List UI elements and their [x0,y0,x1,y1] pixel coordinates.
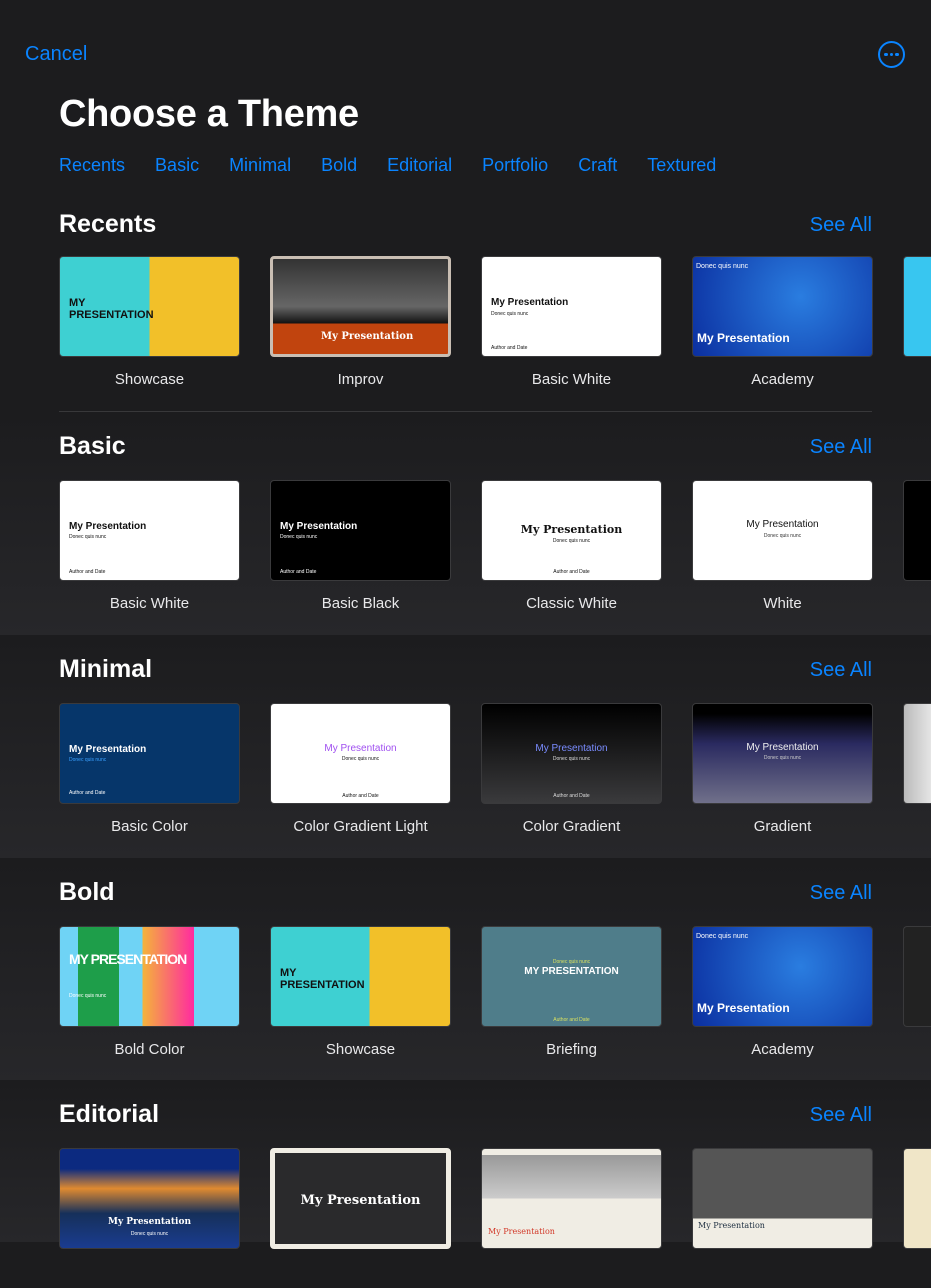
theme-label: Bold Color [114,1041,185,1058]
theme-card[interactable]: My Presentation Donec quis nunc Author and… [59,480,240,612]
theme-card[interactable]: My Presentation Donec quis nunc Author and… [270,703,451,835]
cancel-button[interactable]: Cancel [25,43,87,66]
theme-card[interactable] [903,926,931,1027]
theme-card[interactable] [903,1148,931,1249]
theme-card[interactable]: Donec quis nunc MY PRESENTATION Author and… [481,926,662,1058]
theme-thumbnail: My Presentation Donec quis nunc Author and… [59,480,240,581]
theme-thumbnail: My Presentation Donec quis nunc [692,703,873,804]
theme-thumbnail: My Presentation Donec quis nunc Author and… [59,703,240,804]
theme-card[interactable]: My Presentation [692,1148,873,1249]
theme-label: Basic Black [321,595,400,612]
theme-label: Color Gradient [522,818,621,835]
tab-basic[interactable]: Basic [155,155,199,176]
tab-bold[interactable]: Bold [321,155,357,176]
section-bold: Bold See All MY PRESENTATION Donec quis n… [0,858,931,1081]
theme-label: Basic White [109,595,190,612]
theme-thumbnail: Donec quis nunc My Presentation [692,926,873,1027]
theme-thumbnail: Donec quis nunc MY PRESENTATION Author and… [481,926,662,1027]
theme-card[interactable]: MY PRESENTATION Donec quis nunc Bold Color [59,926,240,1058]
theme-thumbnail: MY PRESENTATION Donec quis nunc [59,926,240,1027]
see-all-button[interactable]: See All [810,659,872,682]
theme-thumbnail: MY PRESENTATION [270,926,451,1027]
see-all-button[interactable]: See All [810,436,872,459]
section-basic: Basic See All My Presentation Donec quis … [0,412,931,635]
theme-label: Basic White [531,371,612,388]
theme-label: Improv [337,371,384,388]
see-all-button[interactable]: See All [810,882,872,905]
theme-card[interactable]: My Presentation Donec quis nunc Author and… [270,480,451,612]
theme-label: Showcase [114,371,185,388]
theme-card[interactable]: My Presentation Improv [270,256,451,388]
theme-label: Basic Color [111,818,188,835]
more-options-icon[interactable] [878,41,905,68]
theme-card[interactable]: My Presentation [481,1148,662,1249]
theme-thumbnail: My Presentation Donec quis nunc Author and… [481,703,662,804]
theme-thumbnail [903,480,931,581]
theme-label: Showcase [325,1041,396,1058]
theme-card[interactable] [903,703,931,804]
theme-thumbnail: MY PRESENTATION [59,256,240,357]
theme-card[interactable]: My Presentation Donec quis nunc Gradient [692,703,873,835]
section-minimal: Minimal See All My Presentation Donec qui… [0,635,931,858]
theme-thumbnail [903,703,931,804]
theme-card[interactable]: MY PRESENTATION Showcase [270,926,451,1058]
section-title: Bold [59,878,115,906]
see-all-button[interactable]: See All [810,1104,872,1127]
theme-thumbnail: My Presentation Donec quis nunc Author and… [481,480,662,581]
theme-card[interactable]: My Presentation Donec quis nunc [59,1148,240,1249]
theme-label: Briefing [546,1041,597,1058]
theme-label: Gradient [753,818,812,835]
theme-thumbnail: Donec quis nunc My Presentation [692,256,873,357]
theme-thumbnail: My Presentation Donec quis nunc Author and… [270,703,451,804]
theme-label: Classic White [526,595,617,612]
theme-card[interactable]: My Presentation Donec quis nunc Author and… [481,480,662,612]
theme-label: White [763,595,802,612]
theme-thumbnail: My Presentation Donec quis nunc Author and… [481,256,662,357]
tab-textured[interactable]: Textured [647,155,716,176]
tab-minimal[interactable]: Minimal [229,155,291,176]
theme-card[interactable]: My Presentation Donec quis nunc Author and… [481,256,662,388]
tab-recents[interactable]: Recents [59,155,125,176]
category-tabs: Recents Basic Minimal Bold Editorial Por… [59,155,746,176]
theme-card[interactable]: Donec quis nunc My Presentation Academy [692,256,873,388]
see-all-button[interactable]: See All [810,214,872,237]
tab-portfolio[interactable]: Portfolio [482,155,548,176]
section-title: Editorial [59,1100,160,1128]
theme-thumbnail [903,926,931,1027]
theme-card[interactable] [903,256,931,357]
theme-card[interactable]: My Presentation [270,1148,451,1249]
theme-thumbnail [903,1148,931,1249]
section-editorial: Editorial See All My Presentation Donec q… [0,1080,931,1249]
theme-thumbnail [903,256,931,357]
theme-thumbnail: My Presentation [692,1148,873,1249]
tab-craft[interactable]: Craft [578,155,617,176]
section-title: Recents [59,210,157,238]
theme-card[interactable]: My Presentation Donec quis nunc Author and… [59,703,240,835]
theme-thumbnail: My Presentation Donec quis nunc [59,1148,240,1249]
section-title: Basic [59,432,126,460]
theme-card[interactable]: MY PRESENTATION Showcase [59,256,240,388]
theme-card[interactable] [903,480,931,581]
tab-editorial[interactable]: Editorial [387,155,452,176]
theme-label: Color Gradient Light [293,818,428,835]
theme-thumbnail: My Presentation [270,256,451,357]
theme-thumbnail: My Presentation [270,1148,451,1249]
theme-card[interactable]: My Presentation Donec quis nunc White [692,480,873,612]
theme-thumbnail: My Presentation Donec quis nunc Author and… [270,480,451,581]
theme-thumbnail: My Presentation [481,1148,662,1249]
theme-thumbnail: My Presentation Donec quis nunc [692,480,873,581]
section-recents: Recents See All MY PRESENTATION Showcase … [0,210,931,412]
theme-label: Academy [751,371,814,388]
theme-card[interactable]: My Presentation Donec quis nunc Author and… [481,703,662,835]
page-title: Choose a Theme [59,93,359,135]
theme-card[interactable]: Donec quis nunc My Presentation Academy [692,926,873,1058]
theme-label: Academy [751,1041,814,1058]
section-title: Minimal [59,655,153,683]
